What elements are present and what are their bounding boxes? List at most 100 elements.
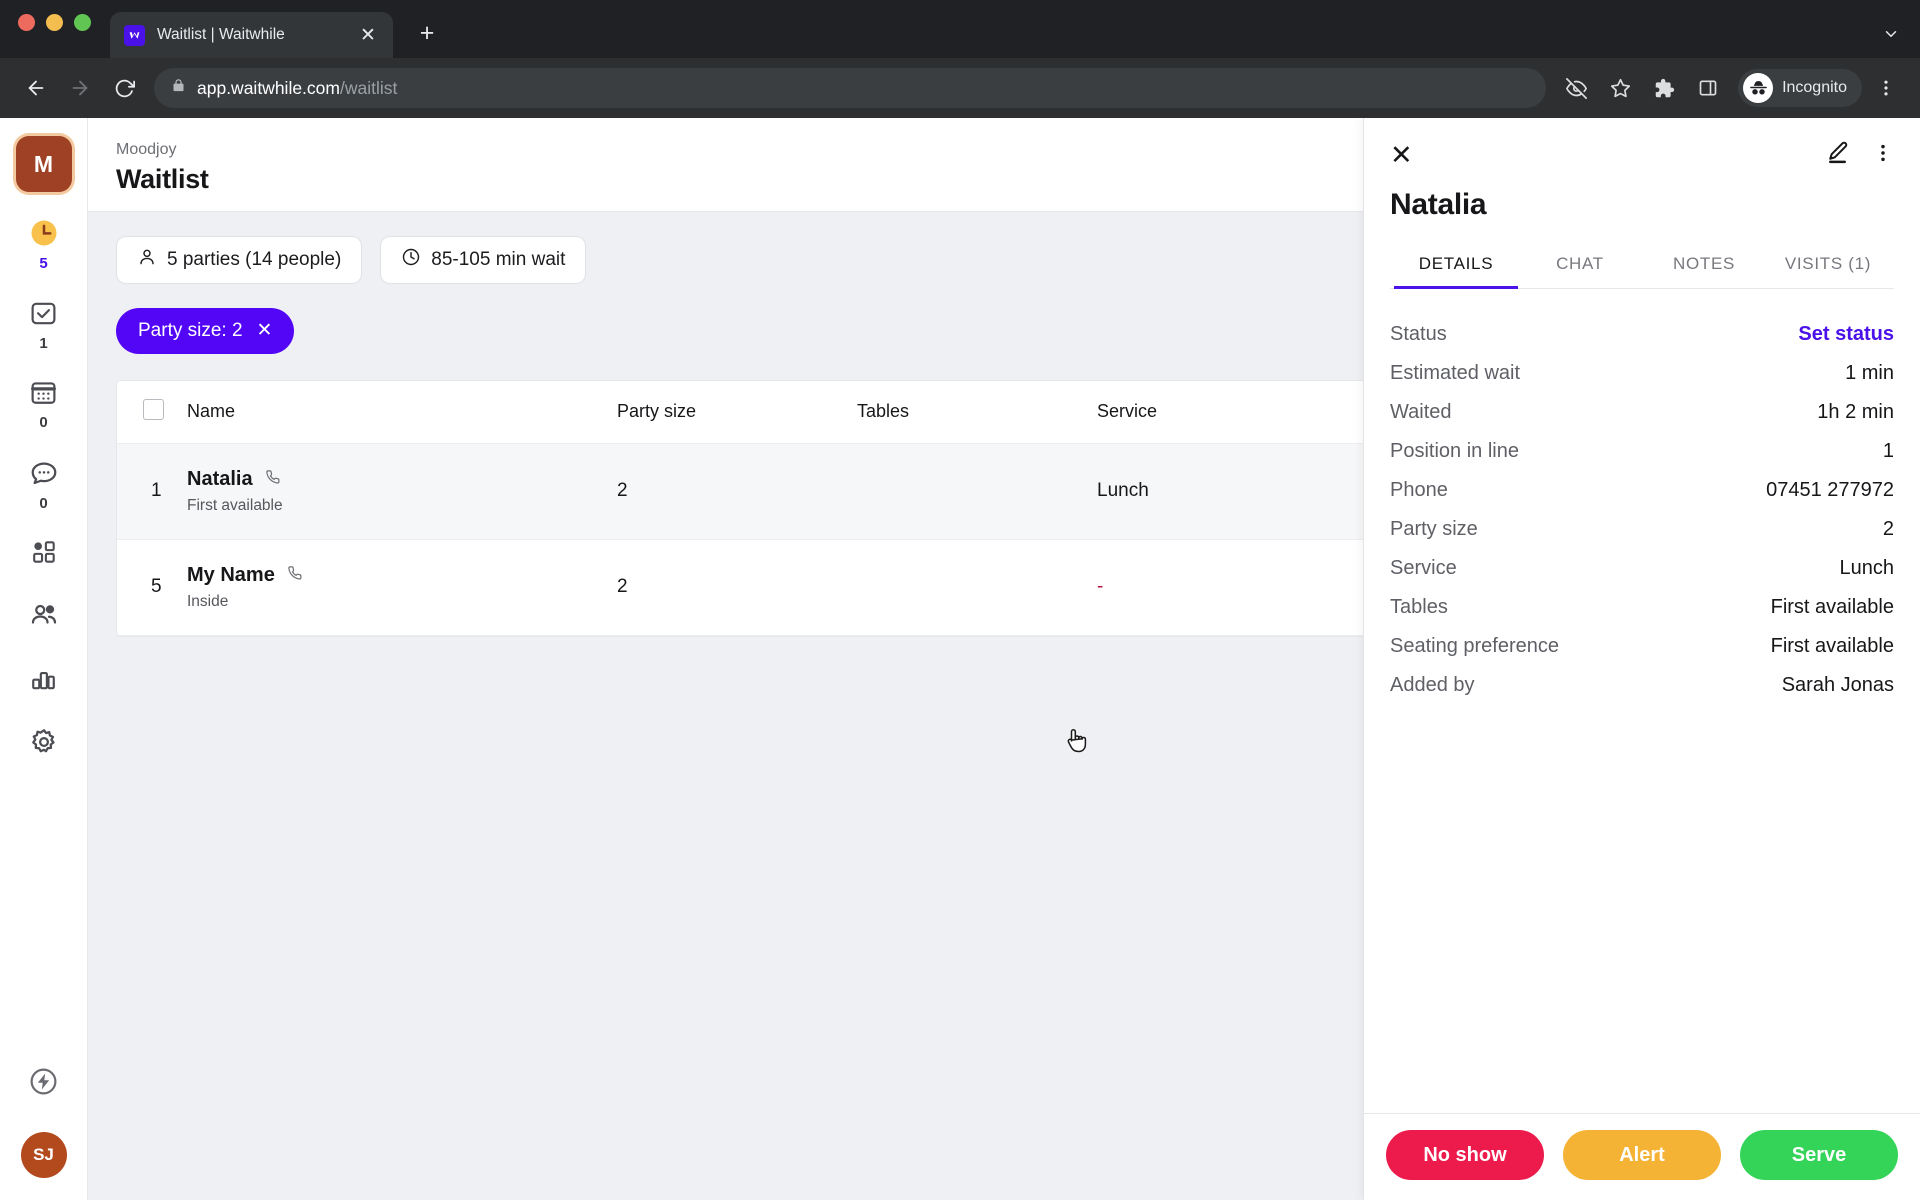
detail-value: 2 [1882,518,1894,540]
detail-value: 1 [1882,440,1894,462]
row-party-size-cell: 2 [617,443,857,540]
sidebar-badge-served: 1 [39,334,48,352]
eye-off-icon[interactable] [1556,68,1596,108]
panel-tabs: DETAILS CHAT NOTES VISITS (1) [1390,244,1894,289]
detail-key: Party size [1390,518,1478,540]
detail-key: Service [1390,557,1457,579]
serve-button[interactable]: Serve [1740,1130,1898,1180]
column-header-tables[interactable]: Tables [857,380,1097,444]
row-tables-cell [857,539,1097,636]
alert-button[interactable]: Alert [1563,1130,1721,1180]
row-party-size: 2 [617,480,628,502]
sidebar-item-bookings[interactable]: 0 [9,378,79,432]
wait-time-label: 85-105 min wait [431,248,566,270]
details-list: Status Set status Estimated wait 1 min W… [1364,289,1920,1113]
close-icon[interactable]: ✕ [357,26,379,45]
wait-time-pill[interactable]: 85-105 min wait [380,235,587,284]
toolbar-icon-group: Incognito [1556,68,1906,108]
no-show-button[interactable]: No show [1386,1130,1544,1180]
sidebar-item-customers[interactable] [9,600,79,638]
column-header-name[interactable]: Name [187,380,617,444]
browser-window: Waitlist | Waitwhile ✕ + app.waitwhile.c… [0,0,1920,1200]
panel-action-icons [1825,140,1894,170]
kebab-menu-icon[interactable] [1866,68,1906,108]
chevron-down-icon[interactable] [1882,25,1900,48]
row-position: 5 [151,576,162,598]
detail-key: Position in line [1390,440,1519,462]
detail-row-added-by: Added by Sarah Jonas [1390,666,1894,705]
sidebar-badge-waitlist: 5 [39,255,48,272]
clock-icon [401,247,421,273]
browser-tab[interactable]: Waitlist | Waitwhile ✕ [110,12,393,58]
minimize-window-button[interactable] [46,13,63,31]
detail-key: Tables [1390,596,1448,618]
detail-row-party-size: Party size 2 [1390,510,1894,549]
column-header-party-size[interactable]: Party size [617,380,857,444]
sidebar-item-messages[interactable]: 0 [9,458,79,513]
detail-row-service: Service Lunch [1390,549,1894,588]
select-all-checkbox[interactable] [143,398,164,420]
tab-visits[interactable]: VISITS (1) [1766,244,1890,288]
row-name-line: Natalia [187,468,617,491]
row-service-cell: Lunch [1097,443,1297,540]
filter-chip-party-size[interactable]: Party size: 2 ✕ [116,307,295,354]
tab-notes[interactable]: NOTES [1642,244,1766,288]
detail-value: Sarah Jonas [1781,674,1894,696]
row-position-cell: 1 [117,443,187,540]
sidebar-item-settings[interactable] [9,727,79,765]
detail-key: Seating preference [1390,635,1560,657]
maximize-window-button[interactable] [74,13,91,31]
workspace-logo[interactable]: M [15,136,72,192]
detail-value: First available [1770,635,1894,657]
row-name-cell: My Name Inside [187,539,617,636]
reload-icon[interactable] [102,66,146,110]
forward-arrow-icon[interactable] [58,66,102,110]
sidebar-item-served[interactable]: 1 [9,299,79,353]
incognito-profile-button[interactable]: Incognito [1738,69,1862,107]
clock-icon [29,218,59,253]
bar-chart-icon [29,664,58,698]
row-party-size-cell: 2 [617,539,857,636]
waitwhile-app: M 5 1 0 0 SJ Moodjoy Waitlist 5 parties … [0,118,1920,1200]
detail-key: Phone [1390,479,1448,501]
side-panel-icon[interactable] [1688,68,1728,108]
detail-value: 07451 277972 [1766,479,1894,501]
chat-bubble-icon [29,458,59,493]
url-path: /waitlist [339,77,398,98]
tab-details[interactable]: DETAILS [1394,244,1518,289]
tab-chat[interactable]: CHAT [1518,244,1642,288]
set-status-link[interactable]: Set status [1798,323,1894,346]
close-icon[interactable]: ✕ [257,321,273,340]
bolt-circle-icon[interactable] [28,1066,59,1102]
filter-chip-label: Party size: 2 [138,319,243,341]
star-icon[interactable] [1600,68,1640,108]
pencil-edit-icon[interactable] [1825,140,1850,170]
detail-row-status: Status Set status [1390,315,1894,354]
row-name-line: My Name [187,564,617,587]
detail-value: First available [1770,596,1894,618]
row-position: 1 [151,480,162,502]
close-icon[interactable]: ✕ [1390,141,1413,169]
select-all-header [117,380,187,444]
sidebar-item-waitlist[interactable]: 5 [9,218,79,273]
incognito-label: Incognito [1782,79,1847,96]
address-bar[interactable]: app.waitwhile.com/waitlist [154,68,1547,108]
detail-row-waited: Waited 1h 2 min [1390,393,1894,432]
avatar[interactable]: SJ [20,1132,67,1178]
url-host: app.waitwhile.com [197,77,340,98]
window-traffic-lights [18,0,91,58]
sidebar-item-apps[interactable] [9,538,79,574]
back-arrow-icon[interactable] [14,66,58,110]
detail-row-seating-preference: Seating preference First available [1390,627,1894,666]
extensions-puzzle-icon[interactable] [1644,68,1684,108]
guest-detail-panel: ✕ Natalia DETAILS CHAT NOTES VISITS (1) … [1363,118,1920,1200]
row-position-cell: 5 [117,539,187,636]
column-header-service[interactable]: Service [1097,380,1297,444]
new-tab-button[interactable]: + [411,17,443,49]
parties-count-pill[interactable]: 5 parties (14 people) [116,235,363,284]
row-tables [857,563,1097,611]
kebab-menu-icon[interactable] [1872,142,1894,169]
sidebar-item-analytics[interactable] [9,664,79,701]
row-party-size: 2 [617,576,628,598]
close-window-button[interactable] [18,13,35,31]
